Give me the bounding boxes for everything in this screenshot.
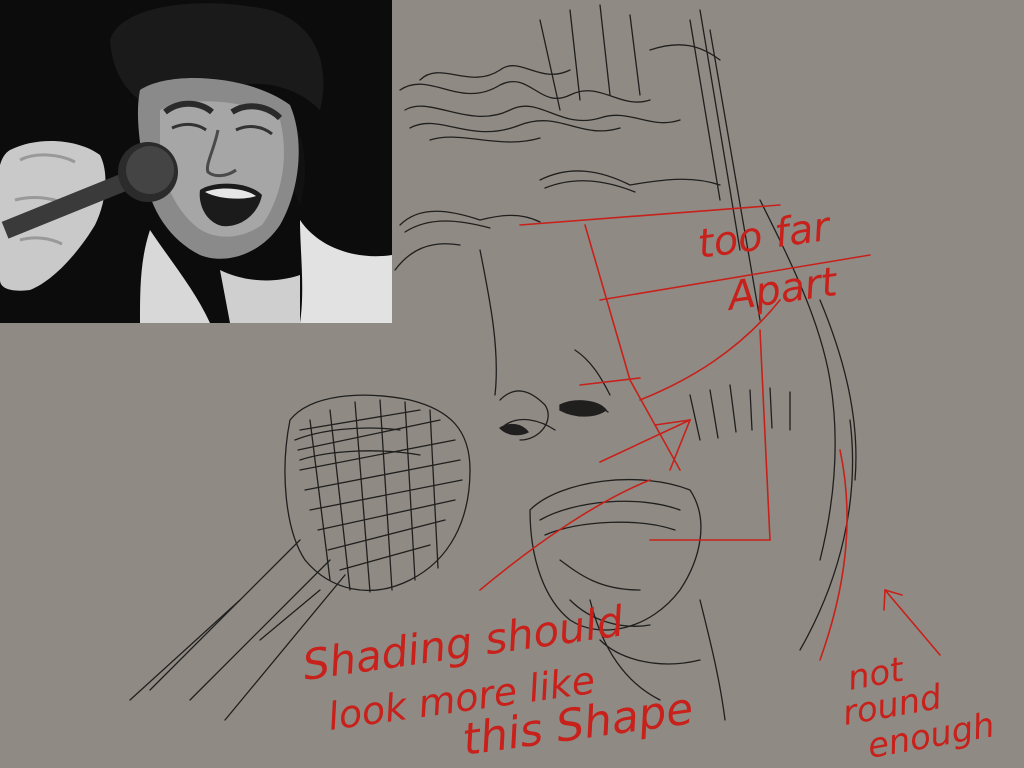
sketch-layer: too far Apart Shading should look more l…: [129, 4, 998, 767]
annotation-apart: Apart: [722, 259, 841, 320]
redline-corrections: [479, 204, 941, 661]
drawing-canvas: too far Apart Shading should look more l…: [0, 0, 1024, 768]
pencil-sketch: [129, 4, 857, 721]
annotation-too-far: too far: [695, 204, 835, 268]
